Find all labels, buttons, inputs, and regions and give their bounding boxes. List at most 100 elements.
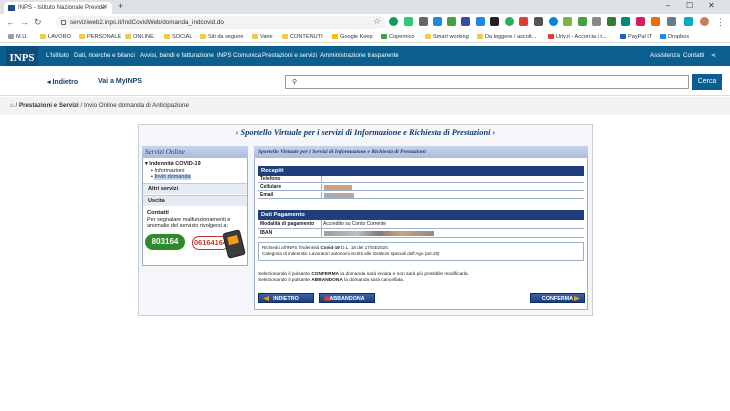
tab-strip: INPS - Istituto Nazionale Previde ✕ + – … xyxy=(0,0,730,14)
bookmark-item[interactable]: Dropbox xyxy=(660,32,689,42)
browser-tab[interactable]: INPS - Istituto Nazionale Previde ✕ xyxy=(4,2,112,14)
extension-icon[interactable] xyxy=(651,17,660,26)
avatar[interactable] xyxy=(700,17,709,26)
arrow-right-icon xyxy=(574,296,580,301)
maximize-icon[interactable]: ☐ xyxy=(686,1,693,10)
assistenza-link[interactable]: Assistenza xyxy=(650,52,680,59)
search-input[interactable]: ⚲ xyxy=(285,75,689,89)
redacted-value xyxy=(324,185,352,190)
breadcrumb: ⌂ / Prestazioni e Servizi / Invio Online… xyxy=(0,97,730,115)
pagamento-header: Dati Pagamento xyxy=(258,210,584,220)
contatti-text: anomalie del servizio rivolgersi a: xyxy=(147,223,229,229)
menu-icon[interactable]: ⋮ xyxy=(716,17,725,27)
bookmark-item[interactable]: Da leggere / ascolt... xyxy=(477,32,536,42)
nav-dati[interactable]: Dati, ricerche e bilanci xyxy=(74,52,135,59)
extension-icon[interactable] xyxy=(389,17,398,26)
sidebar-item-uscita[interactable]: Uscita xyxy=(143,195,247,206)
pagamento-row-iban: IBAN xyxy=(258,229,584,238)
extension-icon[interactable] xyxy=(563,17,572,26)
arrow-left-icon xyxy=(263,296,269,301)
inps-favicon-icon xyxy=(8,5,15,11)
extension-icon[interactable] xyxy=(490,17,499,26)
nav-comunica[interactable]: INPS Comunica xyxy=(217,52,261,59)
bookmark-star-icon[interactable]: ☆ xyxy=(373,16,381,27)
extension-icon[interactable] xyxy=(578,17,587,26)
nav-avvisi[interactable]: Avvisi, bandi e fatturazione xyxy=(140,52,214,59)
extension-icon[interactable] xyxy=(461,17,470,26)
url-text: serviziweb2.inps.it/IndCovidWeb/domanda_… xyxy=(70,19,224,26)
bookmark-item[interactable]: Copernico xyxy=(381,32,415,42)
bookmark-item[interactable]: Varie xyxy=(252,32,273,42)
conferma-button[interactable]: CONFERMA xyxy=(530,293,585,303)
redacted-value xyxy=(324,231,434,236)
indietro-button[interactable]: INDIETRO xyxy=(258,293,314,303)
request-summary: Richiedo all'INPS l'indennità Covid-19 D… xyxy=(258,242,584,261)
nav-trasparente[interactable]: Amministrazione trasparente xyxy=(320,52,399,59)
cancel-icon xyxy=(324,296,330,301)
bookmark-item[interactable]: CONTENUTI xyxy=(282,32,323,42)
bookmark-item[interactable]: PERSONALE xyxy=(79,32,121,42)
contatti-link[interactable]: Contatti xyxy=(683,52,704,59)
extension-icon[interactable] xyxy=(621,17,630,26)
myinps-link[interactable]: Vai a MyINPS xyxy=(98,78,142,85)
bookmark-item[interactable]: M.U. xyxy=(8,32,28,42)
sidebar-group-covid[interactable]: ▾ Indennità COVID-19 xyxy=(145,161,201,167)
contatti-title: Contatti xyxy=(147,210,169,216)
tab-title: INPS - Istituto Nazionale Previde xyxy=(18,5,106,11)
extension-icon[interactable] xyxy=(636,17,645,26)
search-icon: ⚲ xyxy=(292,79,298,86)
redacted-value xyxy=(324,193,354,198)
extension-icon[interactable] xyxy=(607,17,616,26)
home-icon[interactable]: ⌂ xyxy=(10,102,14,109)
extension-icon[interactable] xyxy=(476,17,485,26)
address-bar[interactable]: serviziweb2.inps.it/IndCovidWeb/domanda_… xyxy=(56,16,386,29)
extension-icon[interactable] xyxy=(592,17,601,26)
pagamento-row-modalita: Modalità di pagamento Accredito su Conto… xyxy=(258,220,584,229)
close-window-icon[interactable]: ✕ xyxy=(708,1,715,10)
panel-title: ‹ Sportello Virtuale per i servizi di In… xyxy=(235,128,496,137)
extension-icon[interactable] xyxy=(419,17,428,26)
reload-icon[interactable]: ↻ xyxy=(34,17,42,27)
abbandona-button[interactable]: ABBANDONA xyxy=(319,293,375,303)
bookmark-item[interactable]: Google Keep xyxy=(332,32,373,42)
search-button[interactable]: Cerca xyxy=(692,74,722,90)
extension-icon[interactable] xyxy=(404,17,413,26)
content-header: Sportello Virtuale per i Servizi di Info… xyxy=(254,146,588,158)
bookmark-item[interactable]: PayPal IT xyxy=(620,32,652,42)
new-tab-button[interactable]: + xyxy=(118,1,123,11)
bookmark-item[interactable]: Smart working xyxy=(425,32,469,42)
extension-icon[interactable] xyxy=(667,17,676,26)
recapiti-header: Recapiti xyxy=(258,166,584,176)
bookmark-item[interactable]: SOCIAL xyxy=(164,32,193,42)
bookmark-item[interactable]: Urly.it - Accorcia i t... xyxy=(548,32,607,42)
back-link[interactable]: ◂ Indietro xyxy=(47,78,78,86)
extension-icon[interactable] xyxy=(519,17,528,26)
back-icon[interactable]: ← xyxy=(6,17,15,27)
extension-icon[interactable] xyxy=(505,17,514,26)
toll-free-number: 803164 xyxy=(145,234,185,250)
recapiti-row-telefono: Telefono xyxy=(258,176,584,183)
extension-icon[interactable] xyxy=(433,17,442,26)
sidebar-header: Servizi Online xyxy=(142,146,248,158)
close-tab-icon[interactable]: ✕ xyxy=(102,2,108,14)
extension-icon[interactable] xyxy=(534,17,543,26)
breadcrumb-current: Invio Online domanda di Anticipazione xyxy=(83,102,189,109)
extension-icon[interactable] xyxy=(447,17,456,26)
bookmark-item[interactable]: LAVORO xyxy=(40,32,71,42)
share-icon[interactable]: ⋖ xyxy=(711,52,716,59)
breadcrumb-section[interactable]: Prestazioni e Servizi xyxy=(19,102,79,109)
instructions: Selezionando il pulsante CONFERMA la dom… xyxy=(258,272,469,283)
sidebar-item-altri-servizi[interactable]: Altri servizi xyxy=(143,183,247,194)
bookmarks-bar: M.U. LAVORO PERSONALE ONLINE SOCIAL Siti… xyxy=(0,31,730,43)
extension-icon[interactable] xyxy=(684,17,693,26)
extension-icon[interactable] xyxy=(549,17,558,26)
nav-prestazioni[interactable]: Prestazioni e servizi xyxy=(262,52,317,59)
bookmark-item[interactable]: Siti da seguire xyxy=(200,32,243,42)
sidebar-item-invio-domanda[interactable]: ▪ Invio domanda xyxy=(151,174,191,180)
recapiti-row-cellulare: Cellulare xyxy=(258,184,584,191)
nav-istituto[interactable]: L'Istituto xyxy=(46,52,69,59)
forward-icon[interactable]: → xyxy=(20,17,29,27)
bookmark-item[interactable]: ONLINE xyxy=(125,32,154,42)
minimize-icon[interactable]: – xyxy=(666,1,670,10)
recapiti-row-email: Email xyxy=(258,192,584,199)
